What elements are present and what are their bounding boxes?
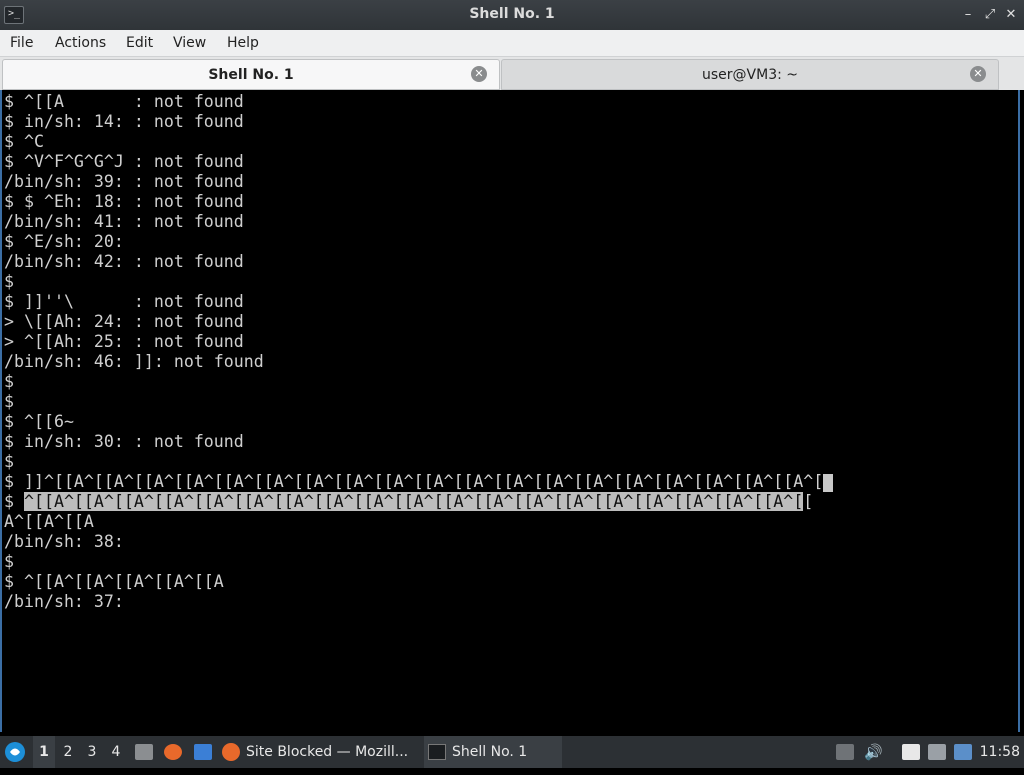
task-label: Shell No. 1 <box>452 744 528 760</box>
menu-view[interactable]: View <box>173 35 206 51</box>
firefox-icon[interactable] <box>164 744 182 760</box>
terminal-line: $ <box>4 272 14 291</box>
terminal-line: $ ^E/sh: 20: <box>4 232 124 251</box>
terminal-line: $ ^[[A : not found <box>4 92 244 111</box>
terminal-cursor <box>823 473 834 492</box>
terminal-line: $ ]]''\ : not found <box>4 292 244 311</box>
terminal-line: $ <box>4 552 14 571</box>
terminal-line: /bin/sh: 41: : not found <box>4 212 244 231</box>
terminal-line: /bin/sh: 46: ]]: not found <box>4 352 264 371</box>
terminal-line: $ ^[[A^[[A^[[A^[[A^[[A^[[A^[[A^[[A^[[A^[… <box>4 492 813 512</box>
menu-bar: File Actions Edit View Help <box>0 30 1024 57</box>
terminal-selection: ^[[A^[[A^[[A^[[A^[[A^[[A^[[A^[[A^[[A^[[A… <box>23 492 804 511</box>
terminal-line: > ^[[Ah: 25: : not found <box>4 332 244 351</box>
terminal-line: A^[[A^[[A <box>4 512 94 531</box>
menu-edit[interactable]: Edit <box>126 35 153 51</box>
tab-close-icon[interactable]: ✕ <box>471 66 487 82</box>
tab-close-icon[interactable]: ✕ <box>970 66 986 82</box>
terminal-line: $ ^V^F^G^G^J : not found <box>4 152 244 171</box>
taskbar: 1 2 3 4 Site Blocked — Mozill... Shell N… <box>0 736 1024 768</box>
clock[interactable]: 11:58 <box>980 736 1020 768</box>
terminal-line: /bin/sh: 38: <box>4 532 124 551</box>
tab-label: user@VM3: ~ <box>702 67 798 83</box>
terminal-line: $ <box>4 372 14 391</box>
terminal-line: $ ^C <box>4 132 44 151</box>
menu-file[interactable]: File <box>10 35 33 51</box>
task-shell[interactable]: Shell No. 1 <box>424 736 562 768</box>
tab-bar: Shell No. 1 ✕ user@VM3: ~ ✕ <box>0 57 1024 90</box>
workspace-4[interactable]: 4 <box>105 736 127 768</box>
firefox-icon <box>222 743 240 761</box>
menu-actions[interactable]: Actions <box>55 35 106 51</box>
file-manager-icon[interactable] <box>135 744 153 760</box>
terminal-line: /bin/sh: 37: <box>4 592 124 611</box>
terminal-line: $ in/sh: 14: : not found <box>4 112 244 131</box>
menu-help[interactable]: Help <box>227 35 259 51</box>
terminal-line: $ ^[[6~ <box>4 412 74 431</box>
terminal-line: $ <box>4 452 14 471</box>
terminal-line: /bin/sh: 39: : not found <box>4 172 244 191</box>
network-icon[interactable] <box>954 744 972 760</box>
close-button[interactable]: ✕ <box>1003 7 1019 23</box>
tray-app-icon[interactable] <box>836 744 854 760</box>
terminal-line: /bin/sh: 42: : not found <box>4 252 244 271</box>
tab-label: Shell No. 1 <box>208 67 294 83</box>
task-firefox[interactable]: Site Blocked — Mozill... <box>222 736 418 768</box>
tab-user-vm3[interactable]: user@VM3: ~ ✕ <box>501 59 999 90</box>
terminal-line-text: $ ]]^[[A^[[A^[[A^[[A^[[A^[[A^[[A^[[A^[[A… <box>4 472 824 491</box>
keyboard-icon[interactable] <box>928 744 946 760</box>
maximize-button[interactable]: ⤢ <box>982 7 998 23</box>
task-label: Site Blocked — Mozill... <box>246 744 409 760</box>
terminal-line: $ $ ^Eh: 18: : not found <box>4 192 244 211</box>
tab-shell-no-1[interactable]: Shell No. 1 ✕ <box>2 59 500 90</box>
desktop-icon[interactable] <box>194 744 212 760</box>
terminal-icon <box>428 744 446 760</box>
terminal-line: > \[[Ah: 24: : not found <box>4 312 244 331</box>
terminal-line: $ ^[[A^[[A^[[A^[[A^[[A <box>4 572 224 591</box>
terminal-selection-tail: [ <box>803 492 814 511</box>
minimize-button[interactable]: – <box>960 7 976 23</box>
volume-icon[interactable]: 🔊 <box>864 736 883 768</box>
clipboard-icon[interactable] <box>902 744 920 760</box>
window-title: Shell No. 1 <box>469 6 555 22</box>
app-menu-icon[interactable] <box>4 736 28 768</box>
terminal-line: $ in/sh: 30: : not found <box>4 432 244 451</box>
workspace-3[interactable]: 3 <box>81 736 103 768</box>
terminal-output[interactable]: $ ^[[A : not found $ in/sh: 14: : not fo… <box>0 90 1020 732</box>
window-titlebar: >_ Shell No. 1 – ⤢ ✕ <box>0 0 1024 30</box>
workspace-2[interactable]: 2 <box>57 736 79 768</box>
workspace-1[interactable]: 1 <box>33 736 55 768</box>
terminal-prompt: $ <box>4 492 24 511</box>
terminal-line: $ <box>4 392 14 411</box>
terminal-line: $ ]]^[[A^[[A^[[A^[[A^[[A^[[A^[[A^[[A^[[A… <box>4 472 834 492</box>
